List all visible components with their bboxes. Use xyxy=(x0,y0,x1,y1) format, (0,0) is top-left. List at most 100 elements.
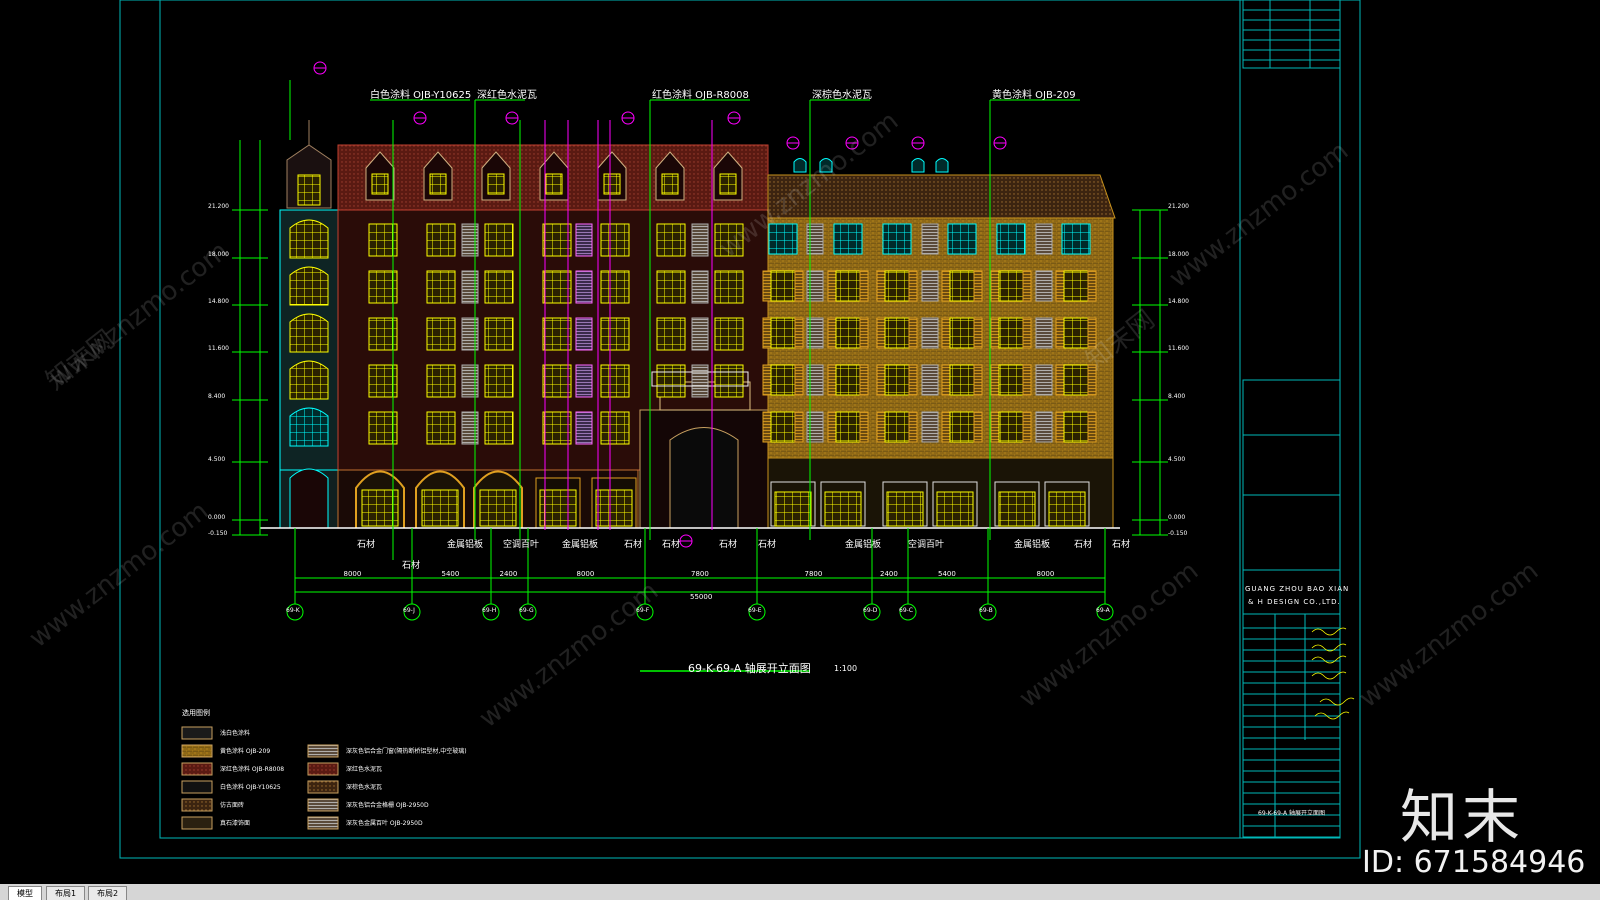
shutter xyxy=(908,317,918,349)
signature xyxy=(1311,655,1347,664)
legend-item-right: 深灰色铝合金门窗(隔热断桥铝型材,中空玻璃) xyxy=(346,748,467,755)
shutter xyxy=(827,411,837,443)
shutter xyxy=(1087,411,1097,443)
material-label: 金属铝板 xyxy=(845,540,882,550)
tab-model[interactable]: 模型 xyxy=(8,886,42,900)
shutter xyxy=(973,364,983,396)
shutter xyxy=(859,364,869,396)
window xyxy=(426,411,456,445)
shutter xyxy=(762,317,772,349)
window xyxy=(949,364,975,396)
louver-panel xyxy=(806,411,824,443)
attic-window xyxy=(882,223,912,255)
shutter xyxy=(1022,411,1032,443)
shutter xyxy=(941,317,951,349)
dormer-window xyxy=(719,173,737,195)
dimension-value: 8000 xyxy=(343,570,362,578)
window xyxy=(600,364,630,398)
shutter xyxy=(908,411,918,443)
material-label: 空调百叶 xyxy=(908,540,945,550)
shutter xyxy=(941,270,951,302)
legend-header: 选用图例 xyxy=(182,709,210,717)
elevation-value-left: 4.500 xyxy=(208,456,226,463)
shutter xyxy=(794,411,804,443)
window xyxy=(1063,364,1089,396)
shutter xyxy=(1087,270,1097,302)
callout-white-paint: 白色涂料 OJB-Y10625 xyxy=(370,90,472,101)
title-block-rows xyxy=(1243,614,1355,838)
legend-swatch xyxy=(181,762,213,776)
window xyxy=(426,317,456,351)
window xyxy=(656,223,686,257)
callout-yellow-paint: 黄色涂料 OJB-209 xyxy=(992,90,1076,101)
window xyxy=(426,223,456,257)
legend xyxy=(181,726,339,830)
shutter xyxy=(973,411,983,443)
material-label: 金属铝板 xyxy=(1014,540,1051,550)
shop-glass xyxy=(936,491,974,527)
window xyxy=(884,270,910,302)
window xyxy=(542,411,572,445)
window xyxy=(714,364,744,398)
axis-label: 69-A xyxy=(1096,607,1110,614)
window xyxy=(949,317,975,349)
shutter xyxy=(908,364,918,396)
window xyxy=(884,364,910,396)
louver-panel xyxy=(921,223,939,255)
window xyxy=(835,411,861,443)
louver-panel xyxy=(921,270,939,302)
window xyxy=(426,364,456,398)
window xyxy=(484,270,514,304)
legend-swatch xyxy=(307,780,339,794)
window xyxy=(770,411,796,443)
window xyxy=(484,364,514,398)
louver-panel xyxy=(691,317,709,351)
legend-swatch xyxy=(181,798,213,812)
shop-glass xyxy=(824,491,862,527)
shutter xyxy=(990,317,1000,349)
dimension-value: 7800 xyxy=(804,570,823,578)
drawing-scale: 1:100 xyxy=(834,664,858,673)
louver-panel xyxy=(806,223,824,255)
signature xyxy=(1319,697,1355,706)
shutter xyxy=(973,270,983,302)
shop-glass xyxy=(1048,491,1086,527)
axis-label: 69-K xyxy=(286,607,300,614)
signature xyxy=(1311,671,1347,680)
window xyxy=(835,270,861,302)
shutter xyxy=(876,270,886,302)
shutter xyxy=(762,270,772,302)
window xyxy=(484,317,514,351)
tab-layout-1[interactable]: 布局1 xyxy=(46,886,86,900)
shutter xyxy=(1055,364,1065,396)
legend-item-right: 深灰色铝合金格栅 OJB-2950D xyxy=(346,802,429,809)
dormer-window xyxy=(545,173,563,195)
window xyxy=(949,411,975,443)
window xyxy=(770,270,796,302)
dimension-value: 7800 xyxy=(691,570,709,578)
title-block-drawing-name: 69-K-69-A 轴展开立面图 xyxy=(1258,810,1325,817)
shutter xyxy=(762,364,772,396)
tower-window xyxy=(289,266,329,306)
axis-label: 69-C xyxy=(899,607,913,614)
louver-panel xyxy=(806,364,824,396)
tab-layout-2[interactable]: 布局2 xyxy=(88,886,128,900)
elevation-value-left: 11.600 xyxy=(208,345,229,352)
legend-swatch xyxy=(181,726,213,740)
legend-item-left: 白色涂料 OJB-Y10625 xyxy=(220,784,281,791)
louver-panel xyxy=(806,317,824,349)
window xyxy=(600,223,630,257)
dormer-window xyxy=(603,173,621,195)
brand-logo: 知末 xyxy=(1400,783,1525,851)
elevation-value-right: 11.600 xyxy=(1168,345,1189,352)
louver-panel xyxy=(1035,270,1053,302)
louver-panel xyxy=(575,411,593,445)
window xyxy=(998,364,1024,396)
louver-panel xyxy=(461,317,479,351)
tower-window xyxy=(289,407,329,447)
material-label: 石材 xyxy=(357,540,376,550)
louver-panel xyxy=(1035,223,1053,255)
shutter xyxy=(876,317,886,349)
shutter xyxy=(1055,411,1065,443)
shutter xyxy=(941,411,951,443)
